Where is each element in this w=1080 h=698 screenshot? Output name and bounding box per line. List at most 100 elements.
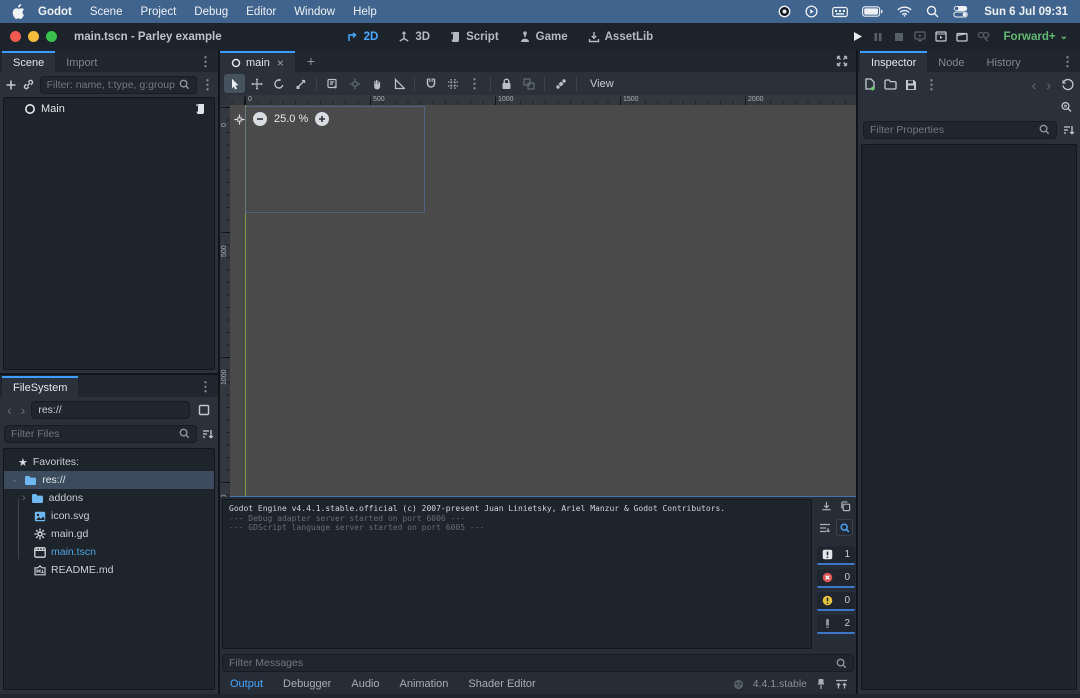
fs-row-main-tscn[interactable]: main.tscn (4, 543, 214, 561)
rotate-mode-button[interactable] (268, 74, 289, 93)
ruler-mode-button[interactable] (388, 74, 409, 93)
workspace-assetlib-button[interactable]: AssetLib (578, 31, 664, 43)
wifi-icon[interactable] (897, 6, 912, 17)
inspector-filter-options-icon[interactable] (1062, 124, 1075, 136)
bottom-tab-debugger[interactable]: Debugger (273, 678, 341, 690)
scene-dock-menu-icon[interactable]: ⋮ (199, 55, 212, 68)
expand-bottom-panel-icon[interactable] (835, 679, 848, 690)
control-center-icon[interactable] (953, 5, 968, 18)
keyboard-icon[interactable] (832, 6, 848, 18)
filter-warnings-toggle[interactable]: 0 (817, 592, 855, 611)
close-tab-icon[interactable]: × (277, 56, 284, 70)
tab-inspector[interactable]: Inspector (860, 51, 927, 72)
zoom-out-button[interactable] (253, 112, 267, 126)
spotlight-search-icon[interactable] (926, 5, 939, 18)
clear-log-icon[interactable] (821, 501, 832, 512)
history-forward-icon[interactable]: › (1046, 77, 1051, 93)
play-scene-button[interactable] (931, 28, 952, 46)
favorites-row[interactable]: ★ Favorites: (4, 453, 214, 471)
pause-button[interactable] (868, 28, 889, 46)
fs-row-main-gd[interactable]: main.gd (4, 525, 214, 543)
pan-mode-button[interactable] (366, 74, 387, 93)
close-window-button[interactable] (10, 31, 21, 42)
view-menu-button[interactable]: View (582, 78, 622, 90)
pin-bottom-panel-icon[interactable] (816, 678, 826, 690)
add-node-button[interactable] (4, 75, 18, 94)
tab-import[interactable]: Import (55, 51, 108, 72)
tab-node[interactable]: Node (927, 51, 975, 72)
menu-scene[interactable]: Scene (81, 6, 132, 18)
menubar-clock[interactable]: Sun 6 Jul 09:31 (984, 6, 1068, 18)
filter-messages-toggle[interactable]: 1 (817, 546, 855, 565)
bottom-tab-output[interactable]: Output (220, 678, 273, 690)
search-log-button[interactable] (836, 519, 853, 536)
fs-split-mode-icon[interactable] (193, 400, 214, 419)
scale-mode-button[interactable] (290, 74, 311, 93)
instance-scene-button[interactable] (22, 75, 36, 94)
movie-maker-button[interactable] (973, 28, 994, 46)
attached-script-icon[interactable] (195, 103, 206, 115)
canvas-viewport[interactable]: 0 500 1000 1500 2000 0 500 1000 1500 25.… (220, 95, 856, 497)
resource-options-icon[interactable]: ⋮ (925, 78, 938, 91)
play-remote-button[interactable] (910, 28, 931, 46)
save-resource-icon[interactable] (905, 79, 917, 91)
inspector-properties-area[interactable] (861, 144, 1077, 690)
minimize-window-button[interactable] (28, 31, 39, 42)
play-custom-scene-button[interactable] (952, 28, 973, 46)
version-label[interactable]: 4.4.1.stable (753, 678, 807, 690)
tab-main-scene[interactable]: main × (220, 51, 295, 72)
bottom-tab-audio[interactable]: Audio (341, 678, 389, 690)
copy-log-icon[interactable] (840, 501, 851, 512)
output-log[interactable]: Godot Engine v4.4.1.stable.official (c) … (222, 499, 812, 649)
tab-filesystem[interactable]: FileSystem (2, 376, 78, 397)
fs-row-readme[interactable]: README.md (4, 561, 214, 579)
play-button[interactable] (847, 28, 868, 46)
fs-row-addons[interactable]: › addons (4, 489, 214, 507)
tab-scene[interactable]: Scene (2, 51, 55, 72)
lock-selected-button[interactable] (496, 74, 517, 93)
renderer-dropdown[interactable]: Forward+ ⌄ (1004, 31, 1068, 43)
stop-button[interactable] (889, 28, 910, 46)
tab-history[interactable]: History (976, 51, 1032, 72)
menu-help[interactable]: Help (344, 6, 386, 18)
inspector-filter-input[interactable]: Filter Properties (863, 121, 1057, 139)
menu-debug[interactable]: Debug (185, 6, 237, 18)
bottom-tab-shader-editor[interactable]: Shader Editor (458, 678, 545, 690)
move-mode-button[interactable] (246, 74, 267, 93)
workspace-2d-button[interactable]: 2D (337, 31, 389, 43)
workspace-3d-button[interactable]: 3D (388, 31, 440, 43)
filter-info-toggle[interactable]: 2 (817, 615, 855, 634)
list-select-button[interactable] (322, 74, 343, 93)
fs-row-icon-svg[interactable]: icon.svg (4, 507, 214, 525)
fs-path-field[interactable]: res:// (31, 401, 190, 419)
battery-icon[interactable] (862, 6, 883, 17)
new-resource-icon[interactable] (864, 78, 876, 91)
new-scene-tab-button[interactable]: + (295, 53, 327, 69)
fs-forward-button[interactable]: › (18, 402, 29, 418)
fs-row-res-root[interactable]: ⌄ res:// (4, 471, 214, 489)
select-mode-button[interactable] (224, 74, 245, 93)
menu-project[interactable]: Project (131, 6, 185, 18)
filesystem-menu-icon[interactable]: ⋮ (199, 380, 212, 393)
load-resource-icon[interactable] (884, 79, 897, 90)
fs-sort-icon[interactable] (201, 428, 214, 440)
collapse-duplicates-icon[interactable] (819, 522, 831, 534)
distraction-free-icon[interactable] (836, 55, 848, 67)
collapse-icon[interactable]: ⌄ (10, 477, 19, 483)
scene-filter-input[interactable]: Filter: name, t:type, g:group (40, 76, 197, 94)
menu-window[interactable]: Window (285, 6, 344, 18)
menu-godot[interactable]: Godot (29, 6, 81, 18)
smart-snap-icon[interactable] (420, 74, 441, 93)
scene-tree-menu-icon[interactable]: ⋮ (201, 78, 214, 91)
center-view-icon[interactable] (233, 113, 246, 126)
fs-back-button[interactable]: ‹ (4, 402, 15, 418)
grid-snap-icon[interactable] (442, 74, 463, 93)
snap-options-menu-icon[interactable]: ⋮ (464, 74, 485, 93)
filter-errors-toggle[interactable]: 0 (817, 569, 855, 588)
bottom-tab-animation[interactable]: Animation (390, 678, 459, 690)
object-history-icon[interactable] (1061, 78, 1074, 91)
workspace-script-button[interactable]: Script (440, 31, 509, 43)
menu-editor[interactable]: Editor (237, 6, 285, 18)
skeleton-options-icon[interactable] (550, 74, 571, 93)
filter-messages-input[interactable]: Filter Messages (222, 654, 854, 672)
